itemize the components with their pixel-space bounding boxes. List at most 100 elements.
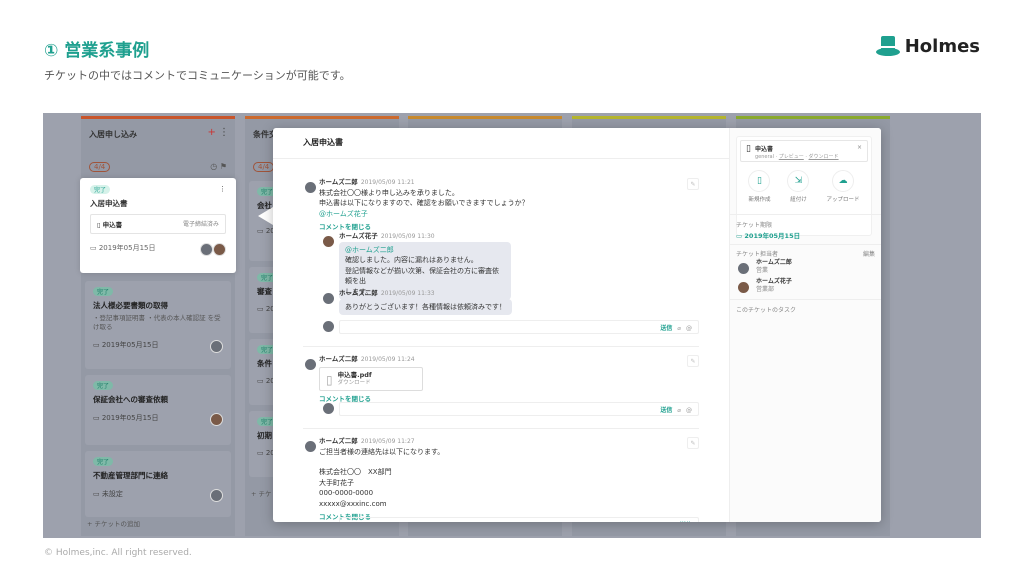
mention-icon[interactable]: @ <box>686 407 692 414</box>
document-icon: ▯ <box>746 144 751 154</box>
reply-input[interactable]: 送信 ⌀ @ <box>339 320 699 334</box>
avatar <box>323 321 334 332</box>
status-badge[interactable]: 完了 <box>93 457 114 466</box>
status-badge[interactable]: 完了 <box>93 381 114 390</box>
assignee-dept: 営業 <box>756 266 769 274</box>
ticket-card[interactable]: 完了 法人様必要書類の取得 ・登記事項証明書 ・代表の本人確認証 を受け取る ▭… <box>85 281 231 369</box>
card-title: 保証会社への審査依頼 <box>93 395 168 404</box>
doc-meta: general <box>754 154 774 160</box>
comment-line: 大手町花子 <box>319 478 354 487</box>
comment-line: xxxxx@xxxinc.com <box>319 499 387 508</box>
preview-link[interactable]: プレビュー <box>779 154 804 160</box>
tasks-label: このチケットのタスク <box>736 307 797 314</box>
comment-time: 2019/05/09 11:21 <box>360 179 415 186</box>
doc-name: 申込書 <box>102 221 123 229</box>
comment-time: 2019/05/09 11:24 <box>360 356 415 363</box>
reply: ホームズ二郎 2019/05/09 11:33 ありがとうございます！各種情報は依… <box>339 289 639 316</box>
close-icon[interactable]: × <box>857 144 862 151</box>
attached-doc[interactable]: ▯ 申込書 general · プレビュー · ダウンロード × <box>740 140 868 162</box>
new-document-button[interactable]: ▯ 新規作成 <box>748 170 771 203</box>
avatar <box>738 263 749 274</box>
add-ticket-link[interactable]: + チケ <box>251 488 272 498</box>
comment-line: 株式会社〇〇様より申し込みを承りました。 <box>319 188 459 197</box>
send-button[interactable]: 送信 <box>660 407 672 414</box>
comment-line: 確認しました。内容に漏れはありません。 <box>345 256 478 265</box>
reply-input[interactable]: 送信 <box>339 517 699 522</box>
card-date: 2019年05月15日 <box>101 414 159 422</box>
comment-line: 登記情報などが揃い次第、保証会社の方に審査依頼を出 <box>345 266 499 286</box>
edit-icon[interactable]: ✎ <box>687 178 699 190</box>
file-attachment[interactable]: ▯ 申込書.pdf ダウンロード <box>319 366 423 392</box>
file-icon: ▯ <box>326 372 333 387</box>
assignee-dept: 営業部 <box>756 285 775 293</box>
comment-line: 株式会社〇〇 XX部門 <box>319 468 392 477</box>
avatar <box>210 489 223 502</box>
ticket-card[interactable]: 完了 保証会社への審査依頼 ▭ 2019年05月15日 <box>85 375 231 445</box>
assignee-label: チケット担当者 <box>736 251 779 258</box>
action-label: 新規作成 <box>748 197 771 203</box>
comment-time: 2019/05/09 11:27 <box>360 438 415 445</box>
mention-icon[interactable]: @ <box>686 325 692 332</box>
add-ticket-button[interactable]: + ⋮ <box>207 127 229 138</box>
divider <box>303 428 699 429</box>
attach-icon[interactable]: ⌀ <box>677 407 681 414</box>
copyright: © Holmes,inc. All right reserved. <box>44 548 192 558</box>
comment-author: ホームズ二郎 <box>319 178 358 186</box>
comment-time: 2019/05/09 11:30 <box>380 233 435 240</box>
avatar <box>210 340 223 354</box>
comment-thread: ホームズ二郎 2019/05/09 11:21 株式会社〇〇様より申し込みを承りま… <box>273 159 729 522</box>
avatar <box>200 243 213 256</box>
attach-icon[interactable]: ⌀ <box>677 325 681 332</box>
comment-line: 申込書は以下になりますので、確認をお願いできますでしょうか？ <box>319 199 529 208</box>
ticket-card[interactable]: 完了 不動産管理部門に連絡 ▭ 未設定 <box>85 451 231 517</box>
brand-name: Holmes <box>904 35 980 57</box>
selected-ticket-card[interactable]: 完了 ⋮ 入居申込書 ▯ 申込書 電子締結済み ▭ 2019年05月15日 <box>80 178 236 273</box>
ticket-sidebar: ▯ 申込書 general · プレビュー · ダウンロード × ▯ 新規作成 ⇲… <box>729 128 881 522</box>
comment: ホームズ二郎 2019/05/09 11:24 ▯ 申込書.pdf ダウンロード コメ… <box>303 355 699 405</box>
comment: ホームズ二郎 2019/05/09 11:21 株式会社〇〇様より申し込みを承りま… <box>303 178 699 233</box>
mention[interactable]: @ホームズ二郎 <box>345 245 505 256</box>
action-label: 紐付け <box>790 197 807 203</box>
top-hat-icon <box>875 36 900 56</box>
slide-title: ① 営業系事例 <box>44 41 150 61</box>
comment-line: 000-0000-0000 <box>319 489 374 498</box>
more-icon[interactable]: ⋮ <box>219 185 226 193</box>
status-badge[interactable]: 完了 <box>93 287 114 296</box>
count-badge: 4/4 <box>253 162 275 172</box>
avatar <box>323 293 334 304</box>
card-date: 未設定 <box>101 490 123 498</box>
popover-pointer <box>258 207 273 225</box>
edit-icon[interactable]: ✎ <box>687 355 699 367</box>
upload-cloud-icon: ☁ <box>831 170 854 192</box>
attached-doc[interactable]: ▯ 申込書 電子締結済み <box>90 214 226 234</box>
avatar <box>323 403 334 414</box>
deadline-value[interactable]: ▭ 2019年05月15日 <box>736 230 800 240</box>
deadline-date: 2019年05月15日 <box>744 232 801 240</box>
edit-assignees-button[interactable]: 編集 <box>863 249 875 258</box>
assignee-name: ホームズ二郎 <box>756 259 792 266</box>
avatar <box>213 243 226 256</box>
add-ticket-link[interactable]: + チケットの追加 <box>87 518 140 528</box>
download-link[interactable]: ダウンロード <box>326 379 416 387</box>
link-document-button[interactable]: ⇲ 紐付け <box>787 170 810 203</box>
card-date: 2019年05月15日 <box>101 341 159 350</box>
mention[interactable]: @ホームズ花子 <box>319 209 699 220</box>
link-file-icon: ⇲ <box>787 170 810 192</box>
calendar-icon: ▭ <box>90 244 99 252</box>
card-desc: ・登記事項証明書 ・代表の本人確認証 を受け取る <box>93 314 221 332</box>
comment-time: 2019/05/09 11:33 <box>380 290 435 297</box>
upload-button[interactable]: ☁ アップロード <box>826 170 859 203</box>
edit-icon[interactable]: ✎ <box>687 437 699 449</box>
card-title: 不動産管理部門に連絡 <box>93 471 168 480</box>
status-badge[interactable]: 完了 <box>90 185 111 194</box>
deadline-label: チケット期限 <box>736 222 773 229</box>
reply-input[interactable]: 送信 ⌀ @ <box>339 402 699 416</box>
avatar <box>210 413 223 426</box>
check-flag-icons[interactable]: ◷ ⚑ <box>210 162 227 171</box>
send-button[interactable]: 送信 <box>660 325 672 332</box>
calendar-icon: ▭ <box>93 341 102 350</box>
doc-name: 申込書 <box>754 146 773 153</box>
comment: ホームズ二郎 2019/05/09 11:27 ご担当者様の連絡先は以下になります… <box>303 437 699 522</box>
download-link[interactable]: ダウンロード <box>809 154 839 160</box>
count-badge: 4/4 <box>89 162 111 172</box>
